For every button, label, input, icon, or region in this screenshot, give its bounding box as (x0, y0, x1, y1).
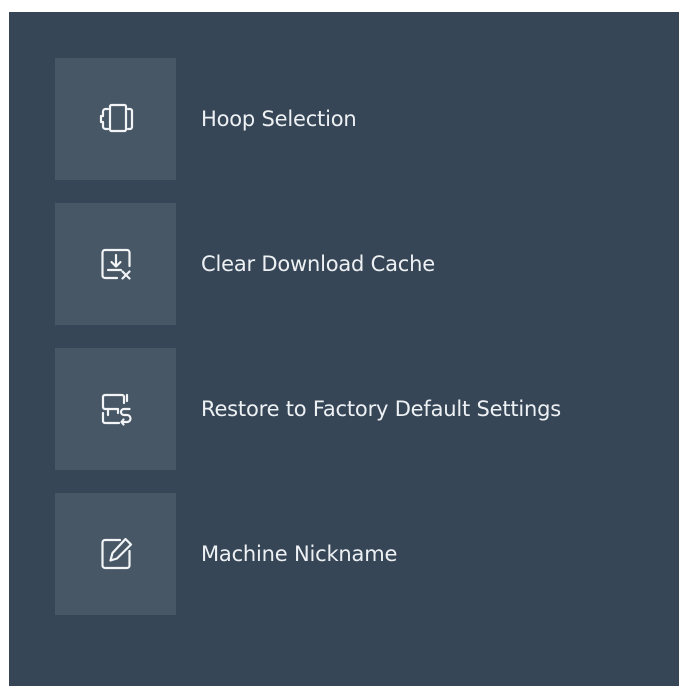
hoop-icon (99, 103, 133, 133)
icon-tile (55, 203, 176, 325)
menu-item-machine-nickname[interactable]: Machine Nickname (55, 493, 397, 615)
factory-reset-icon (101, 393, 132, 426)
menu-item-label: Restore to Factory Default Settings (201, 397, 562, 421)
menu-item-label: Hoop Selection (201, 107, 357, 131)
menu-item-hoop-selection[interactable]: Hoop Selection (55, 58, 357, 180)
menu-item-label: Clear Download Cache (201, 252, 435, 276)
menu-item-restore-factory-defaults[interactable]: Restore to Factory Default Settings (55, 348, 561, 470)
menu-item-label: Machine Nickname (201, 542, 398, 566)
icon-tile (55, 58, 176, 180)
clear-download-cache-icon (100, 248, 131, 280)
settings-panel: Hoop Selection Clear Download Cache Rest… (9, 12, 679, 686)
edit-pencil-icon (100, 537, 132, 570)
icon-tile (55, 348, 176, 470)
menu-item-clear-download-cache[interactable]: Clear Download Cache (55, 203, 435, 325)
icon-tile (55, 493, 176, 615)
